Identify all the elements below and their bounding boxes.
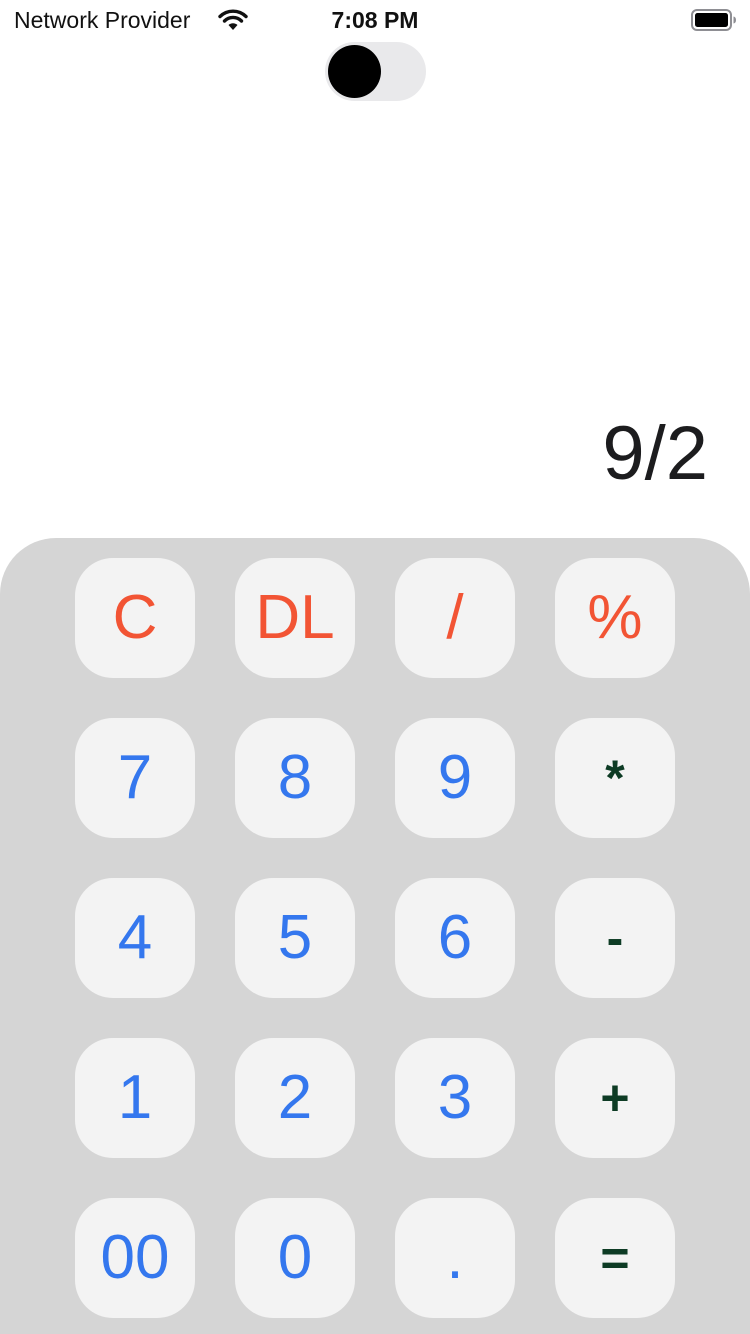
add-button[interactable]: +: [555, 1038, 675, 1158]
digit-1-button[interactable]: 1: [75, 1038, 195, 1158]
digit-6-button[interactable]: 6: [395, 878, 515, 998]
digit-9-button[interactable]: 9: [395, 718, 515, 838]
digit-0-button[interactable]: 0: [235, 1198, 355, 1318]
digit-7-button[interactable]: 7: [75, 718, 195, 838]
toggle-knob[interactable]: [328, 45, 381, 98]
digit-5-button[interactable]: 5: [235, 878, 355, 998]
status-bar: Network Provider 7:08 PM: [0, 0, 750, 40]
digit-2-button[interactable]: 2: [235, 1038, 355, 1158]
clock-time: 7:08 PM: [331, 7, 419, 33]
digit-4-button[interactable]: 4: [75, 878, 195, 998]
keypad: C DL / % 7 8 9 * 4 5 6 - 1 2 3 + 00 0 . …: [0, 538, 750, 1334]
percent-button[interactable]: %: [555, 558, 675, 678]
subtract-button[interactable]: -: [555, 878, 675, 998]
clear-button[interactable]: C: [75, 558, 195, 678]
decimal-button[interactable]: .: [395, 1198, 515, 1318]
equals-button[interactable]: =: [555, 1198, 675, 1318]
divide-button[interactable]: /: [395, 558, 515, 678]
expression-display: 9/2: [602, 411, 708, 496]
digit-8-button[interactable]: 8: [235, 718, 355, 838]
digit-3-button[interactable]: 3: [395, 1038, 515, 1158]
multiply-button[interactable]: *: [555, 718, 675, 838]
delete-button[interactable]: DL: [235, 558, 355, 678]
theme-toggle[interactable]: [325, 42, 426, 101]
double-zero-button[interactable]: 00: [75, 1198, 195, 1318]
battery-icon: [691, 9, 737, 31]
